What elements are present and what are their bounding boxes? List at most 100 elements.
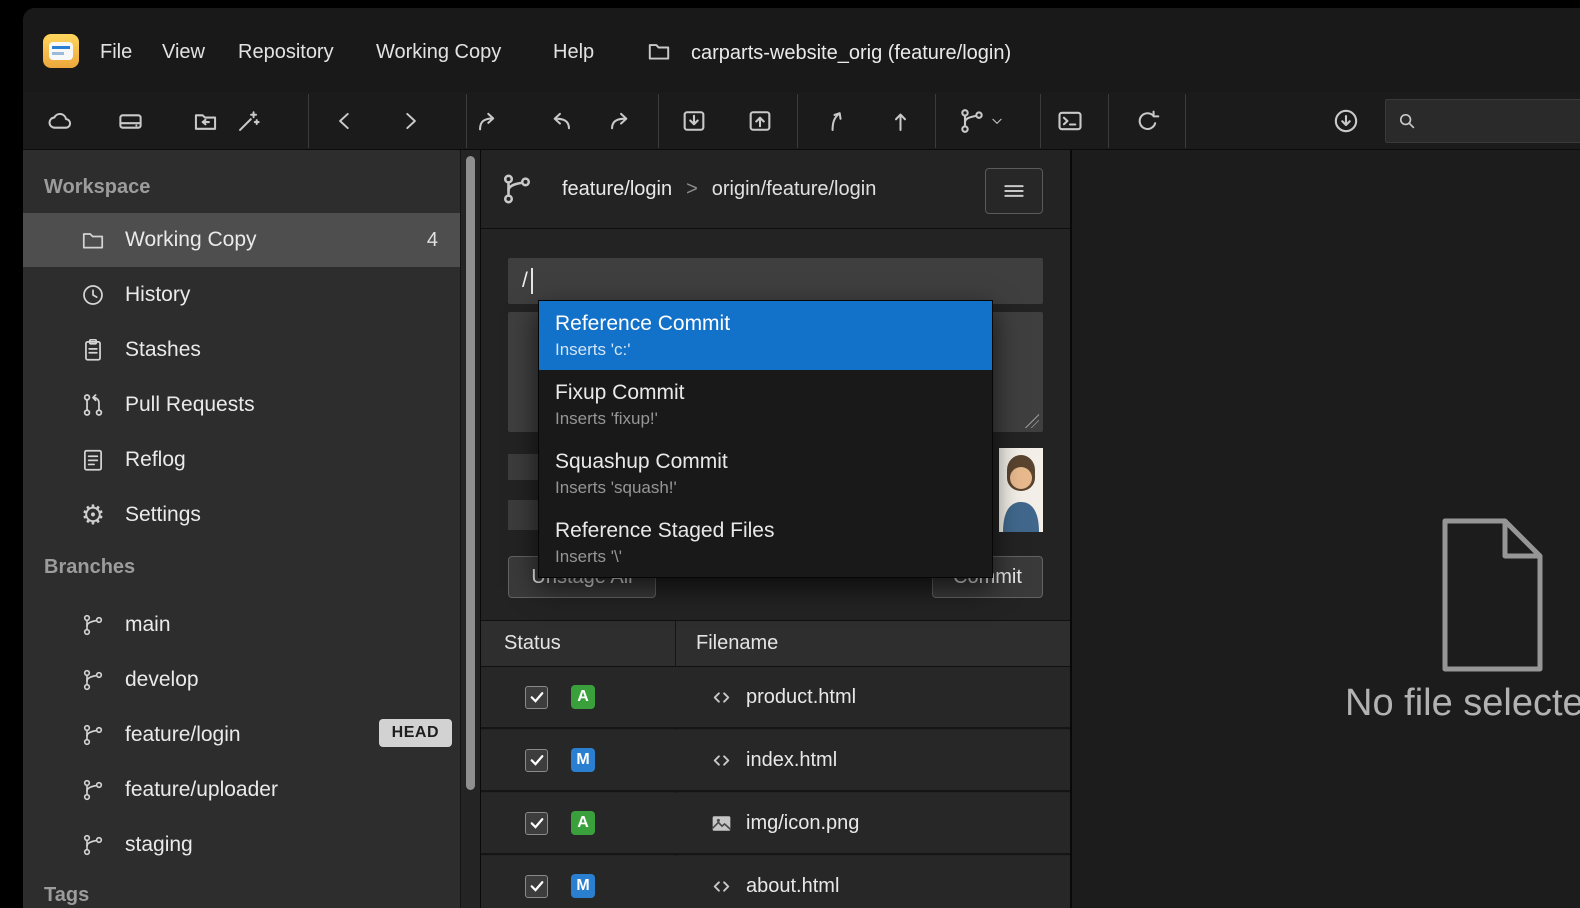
- sidebar-branch-feature-uploader[interactable]: feature/uploader: [23, 763, 460, 817]
- filename: about.html: [746, 875, 839, 898]
- push-button[interactable]: [740, 99, 780, 143]
- sidebar-branch-develop[interactable]: develop: [23, 653, 460, 707]
- workspace-header: Workspace: [44, 176, 150, 199]
- menu-repository[interactable]: Repository: [238, 41, 334, 64]
- upstream-button[interactable]: [880, 99, 920, 143]
- fetch-button[interactable]: [1326, 99, 1366, 143]
- hamburger-icon: [1001, 178, 1027, 204]
- sidebar-item-working-copy[interactable]: Working Copy 4: [23, 213, 460, 267]
- autocomplete-item-title: Reference Staged Files: [555, 519, 992, 543]
- stage-checkbox[interactable]: [525, 875, 548, 898]
- sidebar-branch-feature-login[interactable]: feature/login HEAD: [23, 708, 460, 762]
- status-badge: A: [571, 811, 595, 835]
- current-branch-label: feature/login: [562, 178, 672, 201]
- column-status: Status: [481, 632, 561, 655]
- menu-view[interactable]: View: [162, 41, 205, 64]
- resize-grip[interactable]: [1025, 414, 1039, 428]
- cloud-button[interactable]: [40, 99, 80, 143]
- magic-wand-button[interactable]: [228, 99, 268, 143]
- breadcrumb-separator: >: [686, 178, 698, 201]
- back-button[interactable]: [325, 99, 365, 143]
- sidebar-item-history[interactable]: History: [23, 268, 460, 322]
- sidebar-branch-staging[interactable]: staging: [23, 818, 460, 872]
- autocomplete-item-squashup-commit[interactable]: Squashup Commit Inserts 'squash!': [539, 439, 992, 508]
- filename: product.html: [746, 686, 856, 709]
- branch-label: staging: [125, 833, 193, 857]
- file-table-header: Status Filename: [481, 620, 1070, 667]
- repositories-button[interactable]: [110, 99, 150, 143]
- shelve-button[interactable]: [816, 99, 856, 143]
- share-button[interactable]: [468, 99, 508, 143]
- autocomplete-item-title: Squashup Commit: [555, 450, 992, 474]
- check-icon: [528, 688, 546, 706]
- autocomplete-item-reference-staged-files[interactable]: Reference Staged Files Inserts '\': [539, 508, 992, 577]
- checkout-folder-button[interactable]: [185, 99, 225, 143]
- search-box[interactable]: [1385, 99, 1580, 143]
- check-icon: [528, 877, 546, 895]
- commit-option-fragment: [508, 500, 538, 530]
- branch-label: main: [125, 613, 171, 637]
- sidebar-item-label: Settings: [125, 503, 201, 527]
- redo-button[interactable]: [600, 99, 640, 143]
- sidebar-item-label: Reflog: [125, 448, 186, 472]
- commit-summary-value: /: [522, 269, 528, 293]
- table-row[interactable]: A img/icon.png: [481, 793, 1070, 855]
- autocomplete-item-subtitle: Inserts 'fixup!': [555, 409, 992, 429]
- terminal-button[interactable]: [1050, 99, 1090, 143]
- stage-checkbox[interactable]: [525, 686, 548, 709]
- branch-icon: [78, 613, 108, 637]
- autocomplete-item-reference-commit[interactable]: Reference Commit Inserts 'c:': [539, 301, 992, 370]
- branch-label: feature/uploader: [125, 778, 278, 802]
- branch-icon: [78, 833, 108, 857]
- menu-file[interactable]: File: [100, 41, 132, 64]
- forward-button[interactable]: [390, 99, 430, 143]
- image-file-icon: [708, 811, 734, 836]
- sidebar-item-label: Stashes: [125, 338, 201, 362]
- menu-working-copy[interactable]: Working Copy: [376, 41, 501, 64]
- head-badge: HEAD: [379, 719, 452, 747]
- pull-button[interactable]: [674, 99, 714, 143]
- table-row[interactable]: M index.html: [481, 730, 1070, 792]
- commit-summary-input[interactable]: /: [508, 258, 1043, 304]
- code-file-icon: [708, 685, 734, 710]
- table-row[interactable]: M about.html: [481, 856, 1070, 908]
- menu-bar: File View Repository Working Copy Help c…: [23, 8, 1580, 92]
- sidebar-item-label: History: [125, 283, 190, 307]
- search-icon: [1396, 110, 1418, 132]
- code-file-icon: [708, 748, 734, 773]
- stage-checkbox[interactable]: [525, 749, 548, 772]
- tags-header: Tags: [44, 884, 89, 907]
- undo-button[interactable]: [540, 99, 580, 143]
- refresh-button[interactable]: [1127, 99, 1167, 143]
- folder-icon: [78, 227, 108, 253]
- column-filename: Filename: [696, 632, 778, 655]
- toolbar: [23, 92, 1580, 150]
- no-file-selected-text: No file selected: [1345, 682, 1580, 725]
- history-icon: [78, 282, 108, 308]
- pull-request-icon: [78, 392, 108, 418]
- scrollbar-thumb[interactable]: [466, 156, 475, 790]
- menu-help[interactable]: Help: [553, 41, 594, 64]
- sidebar-item-stashes[interactable]: Stashes: [23, 323, 460, 377]
- table-row[interactable]: A product.html: [481, 667, 1070, 729]
- sidebar-branch-main[interactable]: main: [23, 598, 460, 652]
- branch-icon: [78, 778, 108, 802]
- branch-icon: [78, 668, 108, 692]
- sidebar-item-reflog[interactable]: Reflog: [23, 433, 460, 487]
- app-window: File View Repository Working Copy Help c…: [23, 8, 1580, 908]
- sidebar-item-pull-requests[interactable]: Pull Requests: [23, 378, 460, 432]
- sidebar-scrollbar[interactable]: [460, 150, 480, 908]
- stage-checkbox[interactable]: [525, 812, 548, 835]
- sidebar-item-settings[interactable]: ⚙ Settings: [23, 488, 460, 542]
- branch-icon: [500, 172, 534, 206]
- autocomplete-item-fixup-commit[interactable]: Fixup Commit Inserts 'fixup!': [539, 370, 992, 439]
- clipboard-icon: [78, 337, 108, 363]
- status-badge: M: [571, 748, 595, 772]
- branch-button[interactable]: [948, 99, 1014, 143]
- filename: index.html: [746, 749, 837, 772]
- commit-options-menu-button[interactable]: [985, 168, 1043, 214]
- repo-title: carparts-website_orig (feature/login): [691, 42, 1011, 65]
- search-input[interactable]: [1426, 111, 1576, 132]
- branch-breadcrumb: feature/login > origin/feature/login: [500, 166, 876, 212]
- sidebar: Workspace Working Copy 4 History Stashes…: [23, 150, 460, 908]
